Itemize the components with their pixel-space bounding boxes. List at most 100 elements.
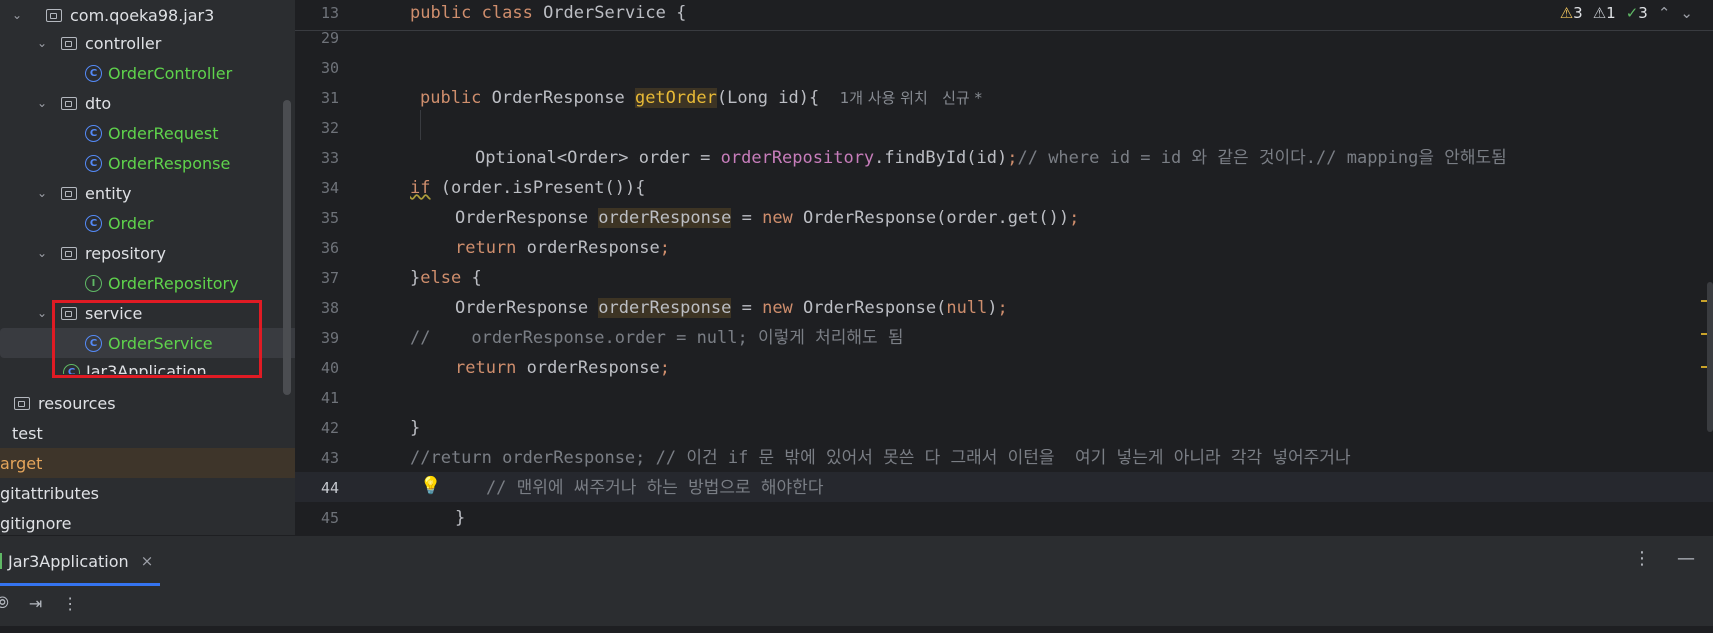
- tree-item-repository[interactable]: ⌄ repository: [0, 238, 295, 268]
- tree-scrollbar[interactable]: [283, 100, 291, 395]
- warning-icon: ⚠: [1559, 4, 1574, 22]
- line-number: 38: [320, 299, 339, 317]
- tree-item-label: dto: [85, 93, 112, 113]
- code-line-42[interactable]: }: [410, 413, 420, 443]
- project-tree: ⌄ com.qoeka98.jar3 ⌄ controller C OrderC…: [0, 0, 295, 535]
- tree-item-resources[interactable]: resources: [0, 388, 295, 418]
- tree-item-package-root[interactable]: ⌄ com.qoeka98.jar3: [0, 0, 295, 30]
- indent-guide: [420, 110, 421, 140]
- chevron-down-icon[interactable]: ⌄: [35, 306, 49, 320]
- tree-item-label: com.qoeka98.jar3: [70, 5, 215, 25]
- interface-icon: I: [85, 274, 102, 292]
- code-line-37[interactable]: }else {: [410, 263, 482, 293]
- tree-item-test[interactable]: test: [0, 418, 295, 448]
- more-vertical-icon[interactable]: ⋮: [62, 594, 78, 613]
- line-number: 45: [320, 509, 339, 527]
- folder-icon: [14, 396, 30, 410]
- ok-count[interactable]: ✓3: [1626, 4, 1648, 22]
- editor-scrollbar[interactable]: [1707, 282, 1713, 432]
- tree-item-label: entity: [85, 183, 132, 203]
- tree-item-entity[interactable]: ⌄ entity: [0, 178, 295, 208]
- run-tab-label: Jar3Application: [8, 551, 129, 571]
- tree-item-dto[interactable]: ⌄ dto: [0, 88, 295, 118]
- chevron-down-icon[interactable]: ⌄: [35, 96, 49, 110]
- tree-item-label: gitignore: [0, 513, 72, 533]
- code-line-31[interactable]: public OrderResponse getOrder(Long id){ …: [420, 83, 982, 113]
- code-line-33[interactable]: Optional<Order> order = orderRepository.…: [475, 143, 1507, 173]
- code-line-35[interactable]: OrderResponse orderResponse = new OrderR…: [455, 203, 1079, 233]
- tree-item-controller[interactable]: ⌄ controller: [0, 28, 295, 58]
- line-number: 43: [320, 449, 339, 467]
- chevron-down-icon[interactable]: ⌄: [1680, 4, 1693, 22]
- warning-count[interactable]: ⚠3: [1560, 4, 1583, 22]
- tree-item-label: controller: [85, 33, 162, 53]
- tool-window-actions: ⋮ —: [1633, 548, 1695, 569]
- code-line-40[interactable]: return orderResponse;: [455, 353, 670, 383]
- tree-item-ordercontroller[interactable]: C OrderController: [0, 58, 295, 88]
- line-number: 31: [320, 89, 339, 107]
- tree-item-label: repository: [85, 243, 166, 263]
- camera-icon[interactable]: ⦾: [0, 593, 9, 613]
- line-number: 32: [320, 119, 339, 137]
- tree-item-order[interactable]: C Order: [0, 208, 295, 238]
- line-number: 42: [320, 419, 339, 437]
- line-number: 40: [320, 359, 339, 377]
- chevron-up-icon[interactable]: ⌃: [1658, 4, 1671, 22]
- tree-item-label: Order: [108, 213, 154, 233]
- run-toolbar: ⦾ ⇥ ⋮: [0, 588, 78, 618]
- class-icon: C: [85, 154, 102, 172]
- package-icon: [46, 8, 62, 22]
- line-number: 33: [320, 149, 339, 167]
- minimize-icon[interactable]: —: [1677, 548, 1695, 569]
- tree-item-gitignore[interactable]: gitignore: [0, 508, 295, 535]
- package-icon: [61, 186, 77, 200]
- package-icon: [61, 246, 77, 260]
- tree-item-gitattributes[interactable]: gitattributes: [0, 478, 295, 508]
- usage-hint[interactable]: 1개 사용 위치 신규 *: [840, 89, 982, 107]
- package-icon: [61, 96, 77, 110]
- chevron-down-icon[interactable]: ⌄: [35, 186, 49, 200]
- weak-warning-count[interactable]: ⚠1: [1593, 4, 1616, 22]
- line-number-current: 44: [320, 479, 339, 497]
- check-icon: ✓: [1625, 4, 1639, 22]
- line-number: 39: [320, 329, 339, 347]
- more-vertical-icon[interactable]: ⋮: [1633, 548, 1651, 569]
- lightbulb-icon[interactable]: 💡: [420, 476, 441, 496]
- annotation-red-box: [52, 300, 262, 378]
- sticky-line-header[interactable]: 13 public class OrderService { ⚠3 ⚠1 ✓3 …: [295, 0, 1713, 31]
- run-tab[interactable]: Jar3Application ×: [0, 536, 153, 586]
- line-number: 37: [320, 269, 339, 287]
- line-number: 41: [320, 389, 339, 407]
- tree-item-orderresponse[interactable]: C OrderResponse: [0, 148, 295, 178]
- tree-item-target[interactable]: arget: [0, 448, 295, 478]
- sticky-code: public class OrderService {: [410, 3, 687, 23]
- code-line-38[interactable]: OrderResponse orderResponse = new OrderR…: [455, 293, 1008, 323]
- line-number: 30: [320, 59, 339, 77]
- code-editor[interactable]: 29 30 31 32 33 34 35 36 37 38 39 40 41 4…: [295, 0, 1713, 535]
- tree-item-orderrepository[interactable]: I OrderRepository: [0, 268, 295, 298]
- code-line-36[interactable]: return orderResponse;: [455, 233, 670, 263]
- code-line-44[interactable]: // 맨위에 써주거나 하는 방법으로 해야한다: [445, 473, 824, 503]
- code-line-39[interactable]: // orderResponse.order = null; 이렇게 처리해도 …: [410, 323, 904, 353]
- code-line-43[interactable]: //return orderResponse; // 이건 if 문 밖에 있어…: [410, 443, 1351, 473]
- tree-item-label: OrderRequest: [108, 123, 219, 143]
- tree-item-label: OrderResponse: [108, 153, 231, 173]
- tree-item-orderrequest[interactable]: C OrderRequest: [0, 118, 295, 148]
- weak-warning-icon: ⚠: [1592, 4, 1607, 22]
- chevron-down-icon[interactable]: ⌄: [35, 246, 49, 260]
- chevron-down-icon[interactable]: ⌄: [10, 8, 24, 22]
- code-line-34[interactable]: if (order.isPresent()){: [410, 173, 645, 203]
- line-number: 13: [320, 4, 339, 22]
- line-number: 34: [320, 179, 339, 197]
- class-icon: C: [85, 124, 102, 142]
- close-icon[interactable]: ×: [141, 552, 154, 570]
- chevron-down-icon[interactable]: ⌄: [35, 36, 49, 50]
- class-icon: C: [85, 64, 102, 82]
- package-icon: [61, 36, 77, 50]
- run-config-icon: [0, 553, 6, 569]
- method-name: getOrder: [634, 88, 717, 108]
- exit-icon[interactable]: ⇥: [29, 594, 42, 613]
- code-line-45[interactable]: }: [455, 503, 465, 533]
- class-icon: C: [85, 214, 102, 232]
- inspection-widget[interactable]: ⚠3 ⚠1 ✓3 ⌃ ⌄: [1560, 4, 1693, 22]
